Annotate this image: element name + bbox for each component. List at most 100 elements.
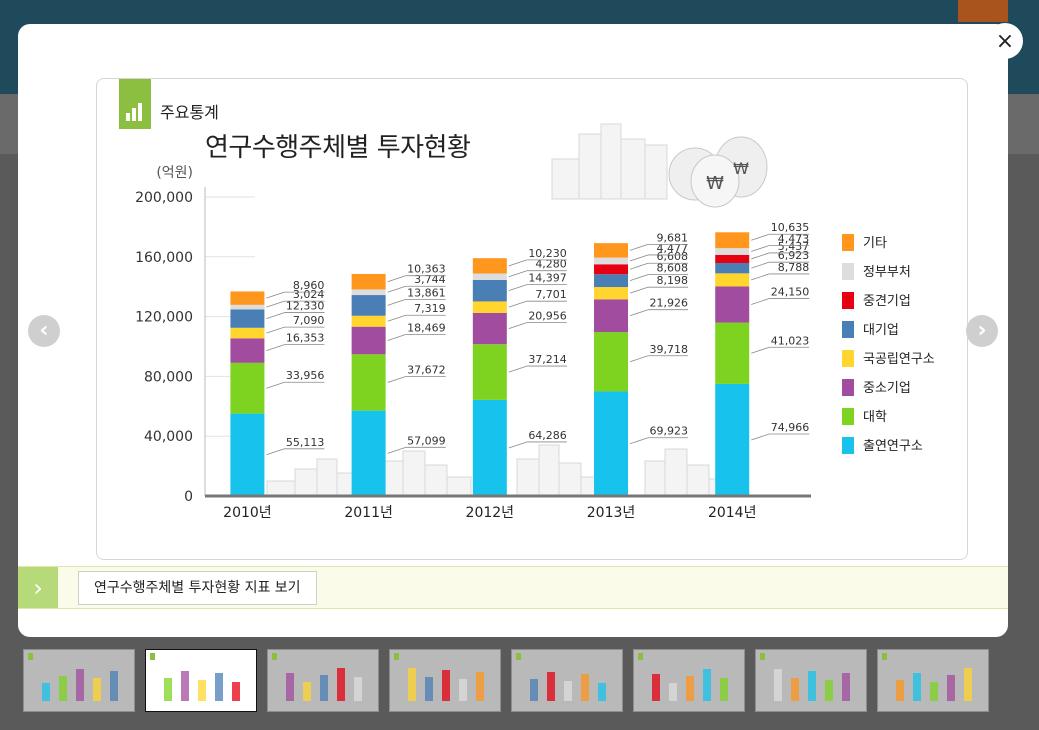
x-tick-label: 2014년 xyxy=(708,505,757,521)
thumbnail-mini-bar xyxy=(530,679,538,701)
next-slide-icon[interactable]: › xyxy=(966,315,998,347)
label-leader-line xyxy=(508,441,527,449)
data-label: 24,150 xyxy=(771,286,810,299)
y-tick-label: 0 xyxy=(184,489,193,505)
label-leader-line xyxy=(387,314,406,322)
bar-segment xyxy=(351,273,386,290)
stacked-bar-chart: ₩ ₩ 55,11333,95616,3537,09012,3303,0248,… xyxy=(135,123,935,521)
label-leader-line xyxy=(751,233,770,241)
thumbnail-mini-bar xyxy=(408,668,416,701)
legend-label: 중견기업 xyxy=(863,294,911,309)
label-leader-line xyxy=(508,300,527,308)
x-tick-label: 2010년 xyxy=(223,505,272,521)
thumbnail-mini-bar xyxy=(76,669,84,701)
label-leader-line xyxy=(629,274,649,281)
bar-segment xyxy=(594,391,629,496)
bar-segment xyxy=(472,312,507,345)
data-label: 10,363 xyxy=(407,263,446,276)
label-leader-line xyxy=(508,259,527,267)
slide-thumbnail[interactable] xyxy=(511,649,623,712)
bar-segment xyxy=(472,258,507,274)
label-leader-line xyxy=(508,322,527,329)
slide-thumbnail[interactable] xyxy=(877,649,989,712)
close-icon[interactable]: × xyxy=(987,23,1023,59)
label-leader-line xyxy=(266,344,285,351)
x-tick-label: 2011년 xyxy=(344,505,393,521)
thumbnail-accent xyxy=(150,653,155,660)
bar-segment xyxy=(594,264,629,275)
bar-segment xyxy=(715,322,750,384)
bar-segment xyxy=(594,243,629,258)
slide-thumbnail[interactable] xyxy=(389,649,501,712)
data-label: 20,956 xyxy=(528,310,567,323)
slide-thumbnail[interactable] xyxy=(145,649,257,712)
bar-segment xyxy=(594,299,629,333)
thumbnail-mini-bar xyxy=(110,671,118,701)
bar-segment xyxy=(594,274,629,288)
label-leader-line xyxy=(629,262,649,270)
decor-layer: ₩ ₩ xyxy=(266,123,768,496)
thumbnail-mini-bar xyxy=(425,677,433,701)
thumbnail-mini-bar xyxy=(337,668,345,701)
view-indicator-button[interactable]: 연구수행주체별 투자현황 지표 보기 xyxy=(78,571,317,605)
thumbnail-accent xyxy=(28,653,33,660)
label-leader-line xyxy=(387,334,406,341)
data-label: 37,672 xyxy=(407,363,446,376)
svg-text:₩: ₩ xyxy=(733,159,749,178)
label-leader-line xyxy=(266,448,285,456)
y-tick-label: 40,000 xyxy=(144,429,193,445)
bar-segment xyxy=(715,286,750,323)
chart-modal: 주요통계 연구수행주체별 투자현황 ₩ ₩ 55,113 33,956 16,3… xyxy=(18,24,1008,637)
thumbnail-mini-bar xyxy=(808,671,816,701)
thumbnail-mini-bar xyxy=(232,682,240,701)
legend: 기타정부부처중견기업대기업국공립연구소중소기업대학출연연구소 xyxy=(842,234,935,454)
thumbnail-accent xyxy=(638,653,643,660)
slide-thumbnail[interactable] xyxy=(633,649,745,712)
thumbnail-mini-bar xyxy=(42,683,50,701)
data-label: 18,469 xyxy=(407,322,446,335)
thumbnail-mini-bar xyxy=(930,682,938,701)
legend-swatch xyxy=(842,292,854,309)
thumbnail-mini-bar xyxy=(598,683,606,701)
label-leader-line xyxy=(387,275,406,283)
label-leader-line xyxy=(266,291,285,299)
slide-thumbnail[interactable] xyxy=(23,649,135,712)
legend-swatch xyxy=(842,437,854,454)
thumbnail-mini-bar xyxy=(791,678,799,701)
label-leader-line xyxy=(751,245,770,252)
y-axis-unit: (억원) xyxy=(156,165,193,181)
thumbnail-mini-bar xyxy=(215,673,223,701)
data-label: 10,635 xyxy=(771,221,810,234)
prev-slide-icon[interactable]: ‹ xyxy=(28,315,60,347)
data-label: 55,113 xyxy=(286,436,325,449)
label-leader-line xyxy=(508,365,527,373)
money-bag-icon: ₩ ₩ xyxy=(668,136,768,208)
label-leader-line xyxy=(387,376,406,383)
bar-segment xyxy=(715,232,750,249)
bar-segment xyxy=(594,257,629,265)
y-tick-label: 80,000 xyxy=(144,369,193,385)
thumbnail-accent xyxy=(272,653,277,660)
data-label: 69,923 xyxy=(650,425,689,438)
thumbnail-mini-bar xyxy=(652,674,660,701)
bar-segment xyxy=(230,413,265,496)
thumbnail-accent xyxy=(882,653,887,660)
data-label: 57,099 xyxy=(407,434,446,447)
label-leader-line xyxy=(751,433,770,441)
thumbnail-mini-bar xyxy=(459,679,467,701)
data-label: 8,198 xyxy=(657,274,689,287)
legend-swatch xyxy=(842,350,854,367)
bar-segment xyxy=(351,326,386,355)
slide-thumbnail[interactable] xyxy=(267,649,379,712)
label-leader-line xyxy=(629,309,649,317)
data-label: 14,397 xyxy=(528,272,567,285)
label-leader-line xyxy=(629,355,649,363)
bar-segment xyxy=(472,273,507,280)
thumbnail-mini-bar xyxy=(669,683,677,701)
data-label: 9,681 xyxy=(657,231,689,244)
bar-segment xyxy=(594,287,629,300)
thumbnail-mini-bar xyxy=(198,680,206,701)
data-label: 37,214 xyxy=(528,353,567,366)
bar-segment xyxy=(472,344,507,400)
slide-thumbnail[interactable] xyxy=(755,649,867,712)
